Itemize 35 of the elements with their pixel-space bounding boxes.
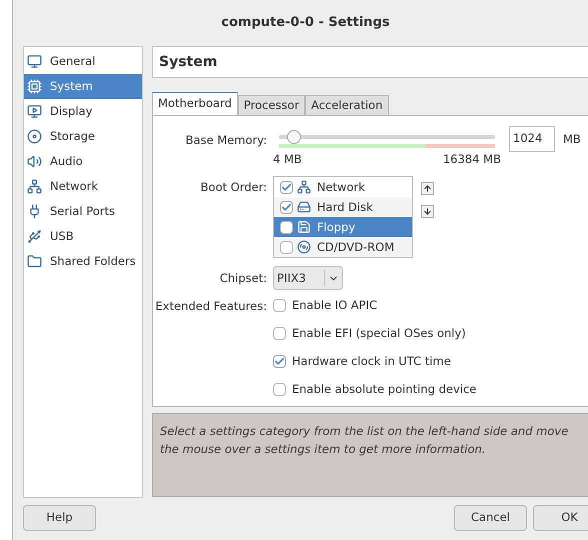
sidebar-item[interactable]: Shared Folders	[24, 249, 142, 274]
field-label: Extended Features:	[154, 298, 268, 316]
help-button[interactable]: Help	[23, 505, 96, 531]
field-label: Boot Order:	[200, 179, 268, 196]
min-label: 4 MB	[273, 151, 302, 168]
boot-item[interactable]: Floppy	[274, 217, 412, 238]
tab[interactable]: Processor	[238, 95, 306, 116]
sidebar-item[interactable]: Network	[24, 174, 142, 199]
option-label: Enable IO APIC	[292, 297, 378, 314]
unit-label: MB	[563, 131, 581, 148]
sidebar-item[interactable]: Display	[24, 99, 142, 124]
boot-item[interactable]: Network	[274, 177, 412, 198]
boot-item[interactable]: CD/DVD-ROM	[274, 237, 412, 258]
ok-button[interactable]: OK	[533, 505, 588, 531]
boot-item[interactable]: Hard Disk	[274, 197, 412, 218]
sidebar-item[interactable]: Audio	[24, 149, 142, 174]
sidebar-item[interactable]: General	[24, 49, 142, 74]
option-label: Enable EFI (special OSes only)	[292, 325, 466, 342]
sidebar-item[interactable]: Storage	[24, 124, 142, 149]
tab[interactable]: Acceleration	[305, 95, 389, 116]
option-label: Enable absolute pointing device	[292, 381, 476, 398]
max-label: 16384 MB	[442, 151, 501, 168]
option-label: Hardware clock in UTC time	[292, 353, 451, 370]
chipset-dropdown[interactable]: PIIX3	[273, 266, 343, 290]
field-label: Base Memory:	[184, 132, 268, 149]
cancel-button[interactable]: Cancel	[454, 505, 527, 531]
tab[interactable]: Motherboard	[152, 92, 238, 116]
sidebar-item[interactable]: USB	[24, 224, 142, 249]
memory-input[interactable]: 1024	[509, 126, 555, 152]
field-label: Chipset:	[218, 270, 268, 287]
info-text: Select a settings category from the list on the left-hand side and move the mouse over a settings item to get more information.	[160, 423, 570, 458]
window-title: compute-0-0 - Settings	[221, 14, 390, 32]
sidebar-item[interactable]: System	[24, 74, 142, 99]
sidebar-item[interactable]: Serial Ports	[24, 199, 142, 224]
page-title: System	[159, 52, 218, 72]
